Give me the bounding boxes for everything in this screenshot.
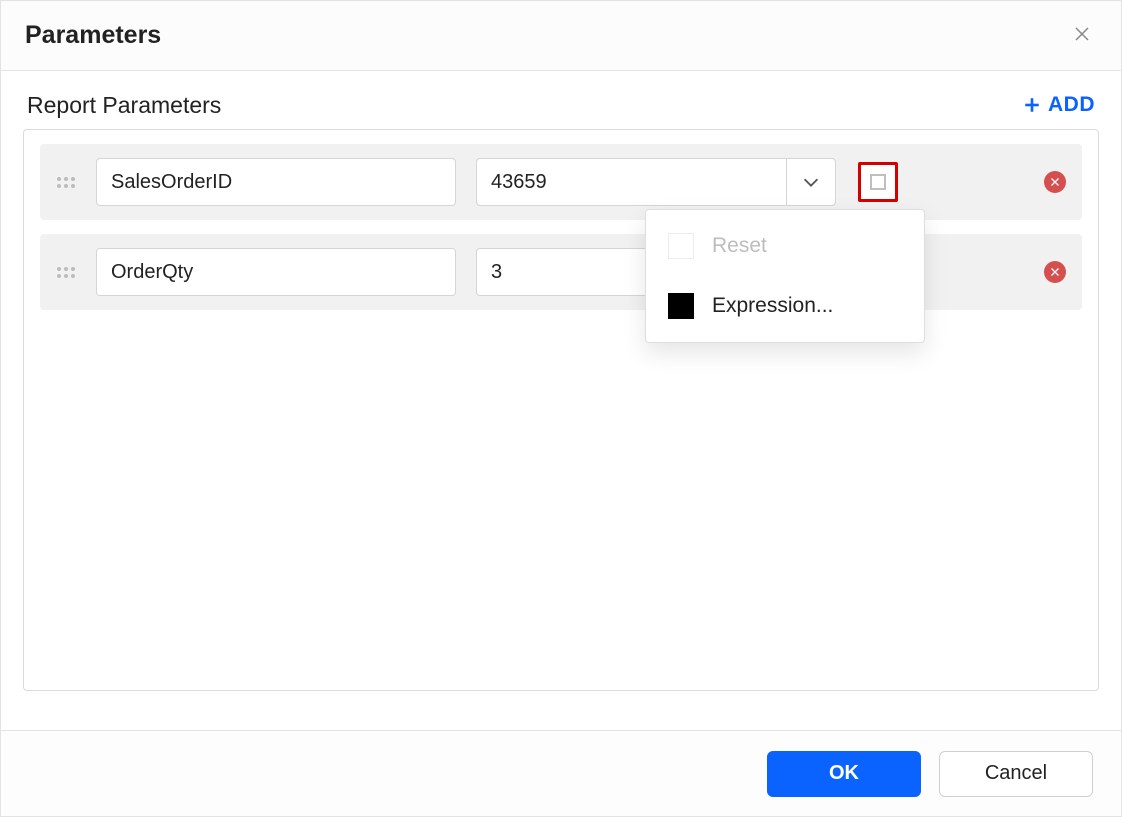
delete-button[interactable]	[1044, 261, 1066, 283]
parameter-row	[40, 234, 1082, 310]
square-icon	[870, 174, 886, 190]
parameter-value-input[interactable]	[476, 158, 786, 206]
close-icon[interactable]	[1067, 19, 1097, 53]
expression-button[interactable]	[858, 162, 898, 202]
expression-icon	[668, 293, 694, 319]
parameter-value-select	[476, 158, 836, 206]
section-header: Report Parameters ADD	[23, 85, 1099, 129]
ok-button[interactable]: OK	[767, 751, 921, 797]
parameter-row	[40, 144, 1082, 220]
drag-handle-icon[interactable]	[56, 267, 76, 278]
add-button-label: ADD	[1048, 93, 1095, 117]
dropdown-toggle[interactable]	[786, 158, 836, 206]
dialog-title: Parameters	[25, 21, 161, 50]
close-icon	[1049, 176, 1061, 188]
chevron-down-icon	[800, 171, 822, 193]
delete-button[interactable]	[1044, 171, 1066, 193]
close-icon	[1049, 266, 1061, 278]
expression-popup: Reset Expression...	[645, 209, 925, 343]
popup-item-reset: Reset	[646, 216, 924, 276]
parameter-name-input[interactable]	[96, 158, 456, 206]
parameter-name-input[interactable]	[96, 248, 456, 296]
parameters-panel	[23, 129, 1099, 691]
blank-icon	[668, 233, 694, 259]
popup-item-label: Expression...	[712, 294, 833, 318]
section-title: Report Parameters	[27, 92, 221, 119]
popup-item-label: Reset	[712, 234, 767, 258]
plus-icon	[1023, 96, 1041, 114]
dialog-header: Parameters	[1, 1, 1121, 71]
drag-handle-icon[interactable]	[56, 177, 76, 188]
dialog-footer: OK Cancel	[1, 730, 1121, 816]
popup-item-expression[interactable]: Expression...	[646, 276, 924, 336]
parameters-dialog: Parameters Report Parameters ADD	[0, 0, 1122, 817]
add-button[interactable]: ADD	[1023, 93, 1095, 117]
dialog-body: Report Parameters ADD	[1, 71, 1121, 691]
cancel-button[interactable]: Cancel	[939, 751, 1093, 797]
